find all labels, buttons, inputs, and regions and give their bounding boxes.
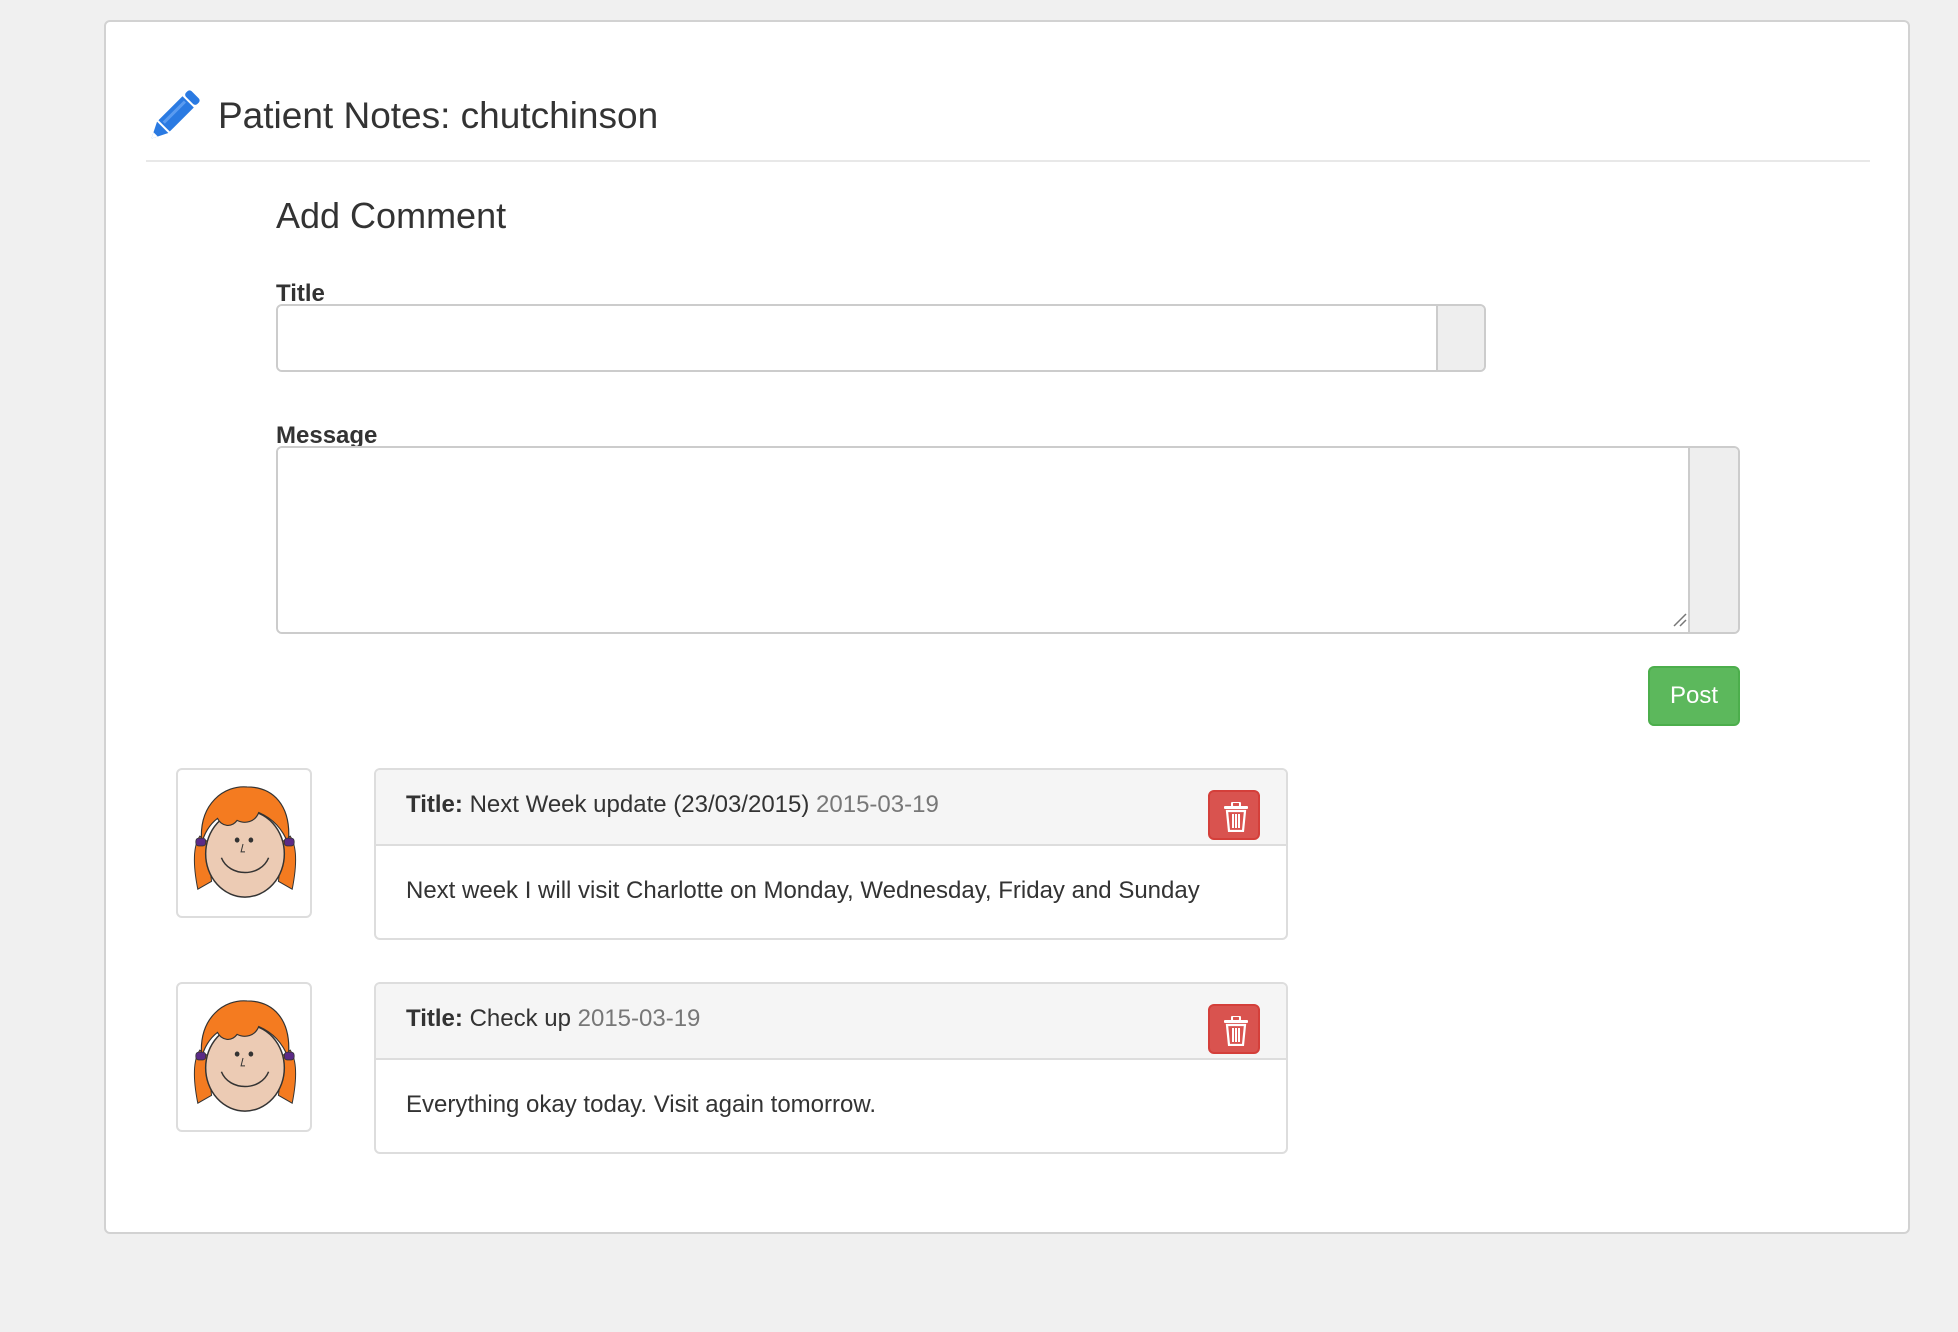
comment-header: Title: Check up 2015-03-19 xyxy=(376,984,1286,1060)
comment-body: Everything okay today. Visit again tomor… xyxy=(406,1091,877,1118)
comment-title-line: Title: Check up 2015-03-19 xyxy=(406,1004,700,1034)
comment-body: Next week I will visit Charlotte on Mond… xyxy=(406,877,1200,904)
message-field-group xyxy=(276,446,1740,634)
message-input-addon xyxy=(1688,448,1738,632)
title-field-group xyxy=(276,304,1486,372)
comment-title: Next Week update (23/03/2015) xyxy=(469,791,810,818)
panel-header: Patient Notes: chutchinson xyxy=(146,58,1870,162)
comment-card: Title: Next Week update (23/03/2015) 201… xyxy=(374,768,1288,940)
delete-comment-button[interactable] xyxy=(1208,790,1260,840)
delete-comment-button[interactable] xyxy=(1208,1004,1260,1054)
avatar xyxy=(176,768,312,918)
add-comment-heading: Add Comment xyxy=(276,195,507,236)
resize-grip-icon[interactable] xyxy=(1672,612,1688,628)
patient-notes-panel: Patient Notes: chutchinson Add Comment T… xyxy=(104,20,1910,1234)
page-title: Patient Notes: chutchinson xyxy=(218,95,659,136)
comment-card: Title: Check up 2015-03-19 Everything ok… xyxy=(374,982,1288,1154)
girl-avatar-icon xyxy=(186,990,304,1124)
comment-title: Check up xyxy=(469,1005,571,1032)
post-button[interactable]: Post xyxy=(1648,666,1740,726)
title-input-addon xyxy=(1436,306,1484,370)
trash-icon xyxy=(1223,1016,1249,1046)
pencil-icon xyxy=(151,90,200,139)
comment-date: 2015-03-19 xyxy=(816,791,939,818)
comment-date: 2015-03-19 xyxy=(577,1005,701,1032)
girl-avatar-icon xyxy=(186,776,304,910)
comment-title-prefix: Title: xyxy=(406,791,463,818)
title-input[interactable] xyxy=(278,306,1436,370)
avatar xyxy=(176,982,312,1132)
comment-title-prefix: Title: xyxy=(406,1005,463,1032)
comment-title-line: Title: Next Week update (23/03/2015) 201… xyxy=(406,790,939,820)
trash-icon xyxy=(1223,802,1249,832)
comment-header: Title: Next Week update (23/03/2015) 201… xyxy=(376,770,1286,846)
message-textarea[interactable] xyxy=(278,448,1692,632)
